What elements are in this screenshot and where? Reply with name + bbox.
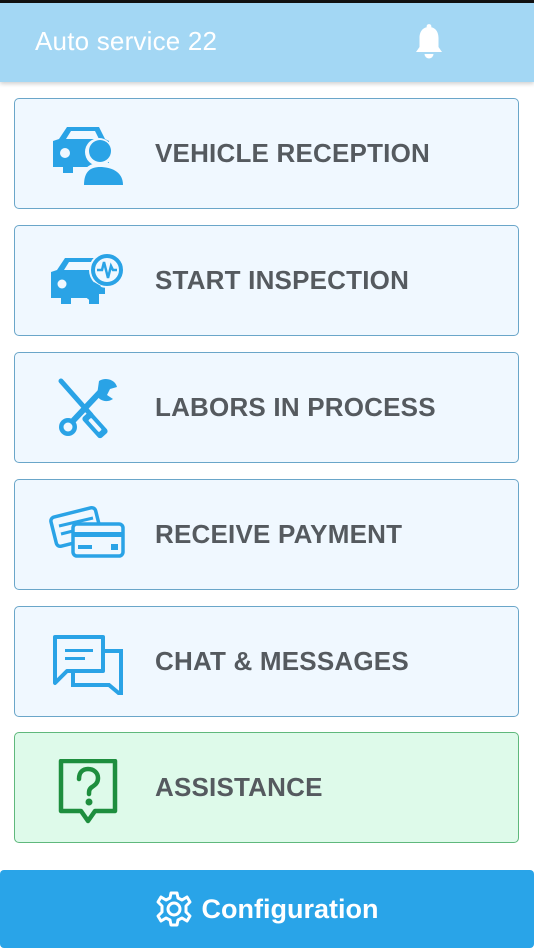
start-inspection-label: START INSPECTION bbox=[155, 265, 410, 295]
assistance-button[interactable]: ASSISTANCE bbox=[14, 732, 519, 843]
app-bar: Auto service 22 bbox=[0, 3, 534, 82]
car-diagnostic-icon bbox=[51, 252, 125, 304]
vehicle-reception-label: VEHICLE RECEPTION bbox=[155, 138, 430, 168]
app-title: Auto service 22 bbox=[35, 26, 218, 56]
bell-icon[interactable] bbox=[413, 23, 445, 63]
configuration-label: Configuration bbox=[201, 893, 379, 924]
chat-messages-label: CHAT & MESSAGES bbox=[155, 646, 409, 676]
chat-messages-button[interactable]: CHAT & MESSAGES bbox=[14, 606, 519, 717]
car-person-icon bbox=[53, 127, 125, 187]
question-bubble-icon bbox=[58, 759, 118, 824]
labors-in-process-label: LABORS IN PROCESS bbox=[155, 392, 436, 422]
receive-payment-label: RECEIVE PAYMENT bbox=[155, 519, 403, 549]
assistance-label: ASSISTANCE bbox=[155, 772, 323, 802]
gear-icon bbox=[156, 891, 192, 927]
receive-payment-button[interactable]: RECEIVE PAYMENT bbox=[14, 479, 519, 590]
credit-cards-icon bbox=[49, 505, 125, 558]
start-inspection-button[interactable]: START INSPECTION bbox=[14, 225, 519, 336]
configuration-button[interactable]: Configuration bbox=[0, 870, 534, 948]
labors-in-process-button[interactable]: LABORS IN PROCESS bbox=[14, 352, 519, 463]
wrench-screwdriver-icon bbox=[58, 378, 117, 439]
vehicle-reception-button[interactable]: VEHICLE RECEPTION bbox=[14, 98, 519, 209]
chat-bubbles-icon bbox=[53, 635, 123, 695]
